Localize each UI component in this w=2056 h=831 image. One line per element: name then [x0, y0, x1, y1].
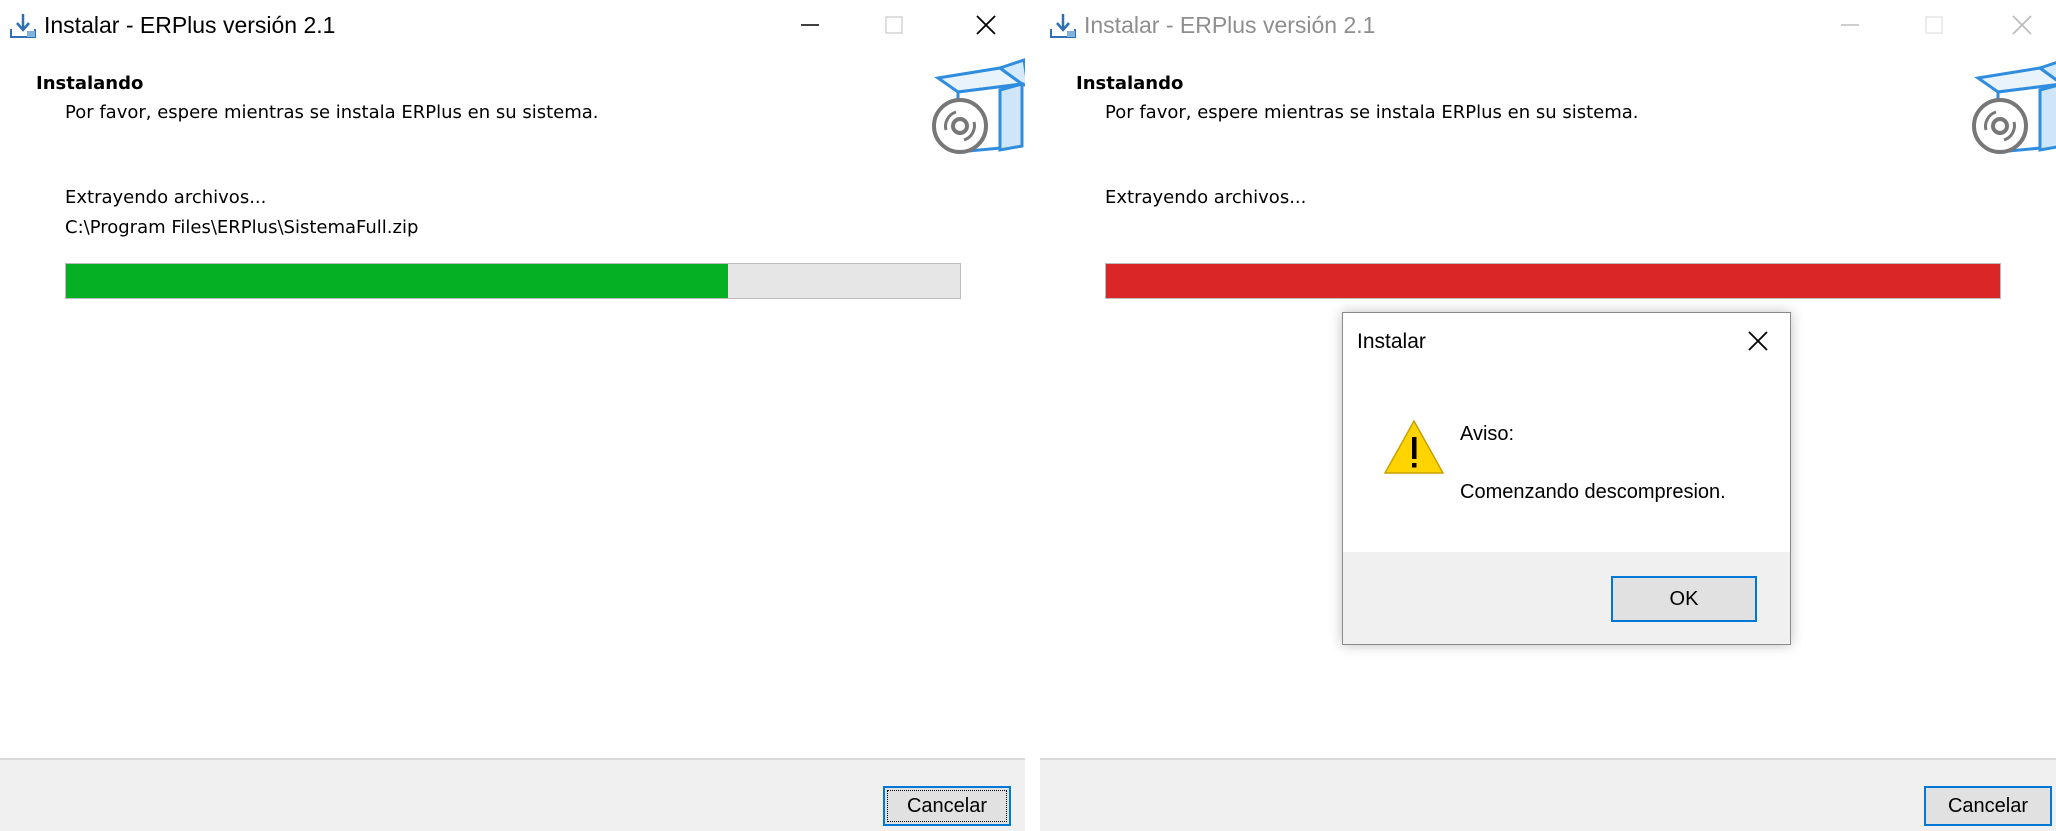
- close-icon: [2012, 15, 2032, 35]
- installer-window-left: Instalar - ERPlus versión 2.1 Instalando…: [0, 0, 1025, 831]
- dialog-footer: OK: [1343, 552, 1790, 644]
- minimize-icon: [801, 24, 819, 26]
- cancel-button[interactable]: Cancelar: [883, 786, 1011, 826]
- close-button[interactable]: [1980, 0, 2056, 50]
- warning-dialog: Instalar Aviso: Comenzando descompresion…: [1342, 312, 1791, 645]
- page-heading: Instalando: [36, 73, 144, 94]
- page-heading: Instalando: [1076, 73, 1184, 94]
- close-icon: [976, 15, 996, 35]
- software-box-disc-icon: [932, 58, 1025, 154]
- minimize-button[interactable]: [1808, 0, 1892, 50]
- minimize-icon: [1841, 24, 1859, 26]
- status-text: Extrayendo archivos...: [1105, 187, 1307, 208]
- install-download-icon: [1050, 14, 1076, 38]
- maximize-icon: [885, 16, 903, 34]
- maximize-icon: [1925, 16, 1943, 34]
- software-box-disc-icon: [1972, 61, 2056, 154]
- install-download-icon: [10, 14, 36, 38]
- window-title: Instalar - ERPlus versión 2.1: [1084, 12, 1376, 38]
- progress-bar: [1105, 263, 2001, 299]
- progress-bar: [65, 263, 961, 299]
- progress-fill: [66, 264, 728, 298]
- maximize-button: [1892, 0, 1976, 50]
- cancel-button[interactable]: Cancelar: [1924, 786, 2052, 826]
- dialog-title: Instalar: [1357, 330, 1426, 353]
- ok-button[interactable]: OK: [1611, 576, 1757, 622]
- footer-bar: [1040, 758, 2056, 831]
- close-button[interactable]: [944, 0, 1025, 50]
- message-body: Comenzando descompresion.: [1460, 481, 1726, 503]
- title-bar[interactable]: Instalar - ERPlus versión 2.1: [0, 0, 1025, 50]
- current-file-path: C:\Program Files\ERPlus\SistemaFull.zip: [65, 217, 419, 238]
- footer-bar: [0, 758, 1025, 831]
- warning-icon: [1383, 419, 1445, 474]
- page-subheading: Por favor, espere mientras se instala ER…: [1105, 102, 1639, 123]
- message-title: Aviso:: [1460, 423, 1515, 445]
- page-subheading: Por favor, espere mientras se instala ER…: [65, 102, 599, 123]
- dialog-close-button[interactable]: [1726, 313, 1790, 369]
- status-text: Extrayendo archivos...: [65, 187, 267, 208]
- minimize-button[interactable]: [768, 0, 852, 50]
- title-bar[interactable]: Instalar - ERPlus versión 2.1: [1040, 0, 2056, 50]
- maximize-button: [852, 0, 936, 50]
- progress-fill: [1106, 264, 2000, 298]
- window-title: Instalar - ERPlus versión 2.1: [44, 12, 336, 38]
- close-icon: [1748, 331, 1768, 351]
